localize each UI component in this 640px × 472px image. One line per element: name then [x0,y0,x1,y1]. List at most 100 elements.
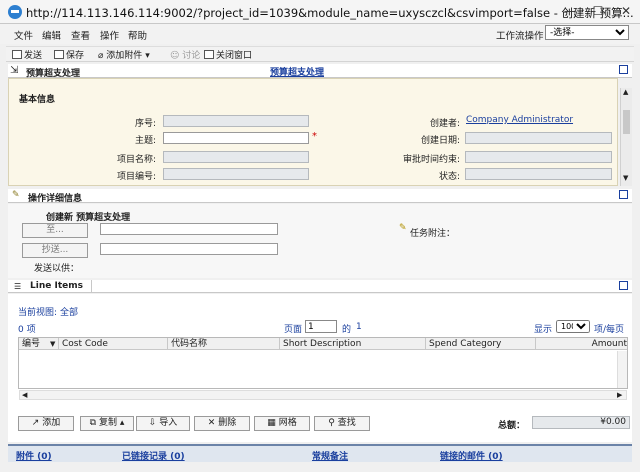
creator-link[interactable]: Company Administrator [466,115,573,125]
form-center-title: 预算超支处理 [270,68,325,78]
operation-title: 操作详细信息 [28,194,83,204]
discuss-button[interactable]: ☺ 讨论 [170,48,200,62]
line-items-title: Line Items [30,281,83,291]
scroll-down-icon[interactable]: ▼ [623,174,628,182]
to-button[interactable]: 至... [22,223,88,238]
menu-help[interactable]: 帮助 [128,28,147,42]
col-amount[interactable]: Amount [536,338,627,350]
delete-button[interactable]: ✕ 删除 [194,416,250,431]
menu-view[interactable]: 查看 [71,28,90,42]
close-window-button[interactable]: ✕ [612,0,640,22]
workflow-select[interactable]: -选择- [545,25,629,40]
project-code-field [163,168,309,180]
basic-info-title: 基本信息 [19,95,56,105]
required-mark: * [312,131,317,142]
col-spend-category[interactable]: Spend Category [426,338,536,350]
copy-label: 复制 [98,418,117,428]
close-window-label: 关闭窗口 [216,51,253,61]
col-code-name[interactable]: 代码名称 [168,338,280,350]
project-name-label: 项目名称: [116,155,156,165]
form-scrollbar[interactable]: ▲ ▼ [620,88,632,186]
menu-edit[interactable]: 编辑 [42,28,61,42]
project-code-label: 项目编号: [116,172,156,182]
project-name-field [163,151,309,163]
general-notes-link[interactable]: 常规备注 [312,449,348,462]
attach-label: 添加附件 [106,51,143,61]
maximize-panel-icon[interactable] [619,65,628,74]
subject-input[interactable] [163,132,309,144]
approval-end-label: 审批时间约束: [402,155,460,165]
scroll-thumb[interactable] [623,110,630,134]
line-items-maximize-icon[interactable] [619,281,628,290]
browser-icon [8,5,22,19]
col-short-description[interactable]: Short Description [280,338,426,350]
subject-label: 主题: [134,136,156,146]
seq-label: 序号: [134,119,156,129]
per-page-suffix: 项/每页 [594,325,625,335]
workflow-label: 工作流操作 [496,31,544,42]
sort-icon: ▼ [50,340,56,348]
minimize-button[interactable]: — [556,0,584,22]
close-form-button[interactable]: 关闭窗口 [204,48,252,62]
line-items-icon: ☰ [14,282,22,291]
scroll-right-icon[interactable]: ▶ [617,391,622,399]
of-label: 的 [342,325,352,335]
collapse-icon[interactable]: ⇲ [10,65,18,76]
grid-hscrollbar[interactable]: ◀ ▶ [19,390,627,400]
menu-bar: 文件 编辑 查看 操作 帮助 工作流操作 [0,24,640,44]
menu-file[interactable]: 文件 [14,28,33,42]
import-icon: ⇩ [148,418,157,428]
save-button[interactable]: 保存 [54,48,84,62]
grid-label: 网格 [278,418,297,428]
operation-sub-title: 创建新 预算超支处理 [46,213,131,223]
scroll-left-icon[interactable]: ◀ [22,391,27,399]
find-label: 查找 [337,418,356,428]
cc-input[interactable] [100,243,278,255]
add-label: 添加 [42,418,61,428]
form-header: ⇲ 预算超支处理 预算超支处理 [8,64,632,79]
line-items-tab[interactable]: ☰ Line Items [8,280,92,293]
delete-icon: ✕ [207,418,216,428]
attachments-link[interactable]: 附件 (0) [16,449,52,462]
dropdown-arrow-icon: ▾ [145,51,150,61]
toolbar: 发送 保存 ⌀ 添加附件 ▾ ☺ 讨论 关闭窗口 [6,46,634,62]
add-row-button[interactable]: ↗ 添加 [18,416,74,431]
copy-button[interactable]: ⧉ 复制 ▴ [80,416,134,431]
to-input[interactable] [100,223,278,235]
maximize-button[interactable]: ☐ [584,0,612,22]
find-icon: ⚲ [328,418,335,428]
save-icon [54,50,64,59]
current-view-value[interactable]: 全部 [60,305,78,318]
grid-button[interactable]: ▦ 网格 [254,416,310,431]
add-attachment-button[interactable]: ⌀ 添加附件 ▾ [98,48,150,62]
scroll-up-icon[interactable]: ▲ [623,88,628,96]
send-icon [12,50,22,59]
import-button[interactable]: ⇩ 导入 [136,416,190,431]
operation-maximize-icon[interactable] [619,190,628,199]
send-label: 发送 [24,51,43,61]
status-label: 状态: [438,172,460,182]
page-label: 页面 [284,325,303,335]
col-cost-code[interactable]: Cost Code [59,338,168,350]
close-form-icon [204,50,214,59]
save-label: 保存 [66,51,85,61]
cc-button[interactable]: 抄送... [22,243,88,258]
send-for-label: 发送以供： [34,264,80,274]
menu-actions[interactable]: 操作 [100,28,119,42]
page-input[interactable] [305,320,337,333]
discuss-icon: ☺ [170,51,180,61]
total-amount: ¥0.00 [532,416,630,429]
col-number-label: 编号 [22,339,41,349]
per-page-select[interactable]: 100 [556,320,590,333]
import-label: 导入 [159,418,178,428]
grid-scrollbar[interactable] [617,351,627,388]
operation-header: ✎ 操作详细信息 [8,189,632,204]
linked-mail-link[interactable]: 链接的邮件 (0) [440,449,503,462]
delete-label: 删除 [218,418,237,428]
col-number[interactable]: 编号 ▼ [19,338,59,350]
status-field [465,168,612,180]
item-count: 0 项 [18,325,36,335]
linked-records-link[interactable]: 已链接记录 (0) [122,449,185,462]
send-button[interactable]: 发送 [12,48,42,62]
find-button[interactable]: ⚲ 查找 [314,416,370,431]
